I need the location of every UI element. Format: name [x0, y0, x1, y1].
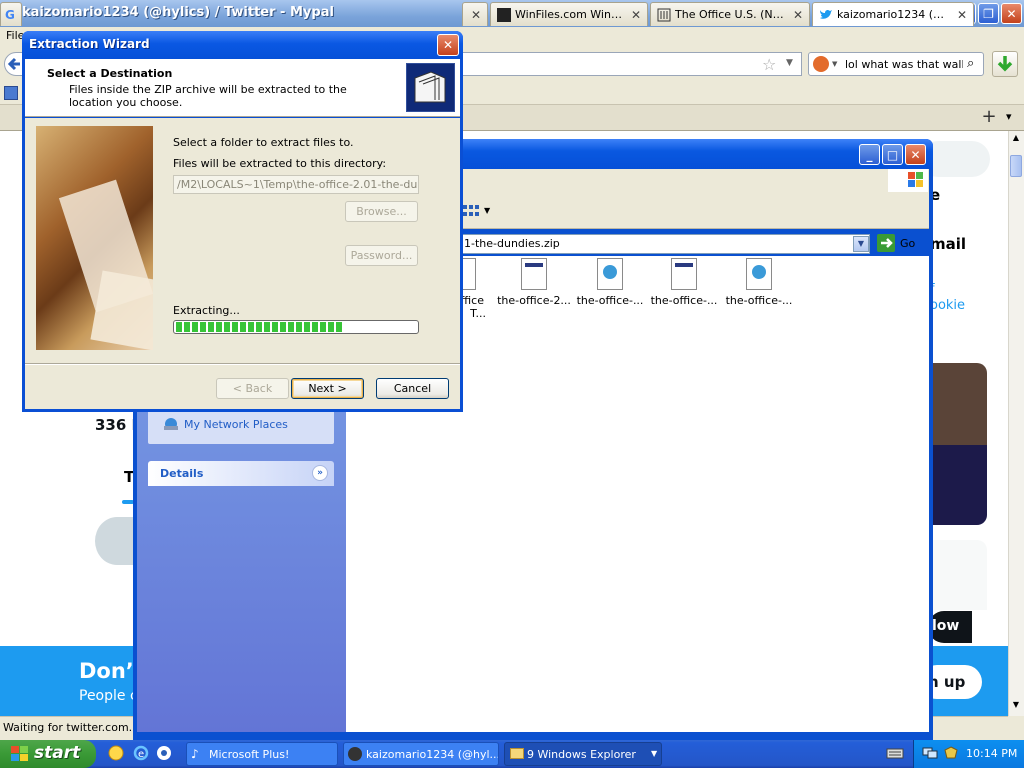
- status-text: Waiting for twitter.com...: [3, 721, 140, 734]
- next-button[interactable]: Next >: [291, 378, 364, 399]
- destination-path-field[interactable]: /M2\LOCALS~1\Temp\the-office-2.01-the-du…: [173, 175, 419, 194]
- explorer-maximize-button[interactable]: □: [882, 144, 903, 165]
- extraction-progress-bar: [173, 320, 419, 334]
- file-item[interactable]: the-office-...: [644, 258, 724, 307]
- twitter-heading-fragment: mail: [930, 235, 967, 253]
- taskbar-clock: 10:14 PM: [966, 747, 1018, 760]
- network-places-link[interactable]: My Network Places: [184, 418, 288, 431]
- search-box[interactable]: ▼ lol what was that wallpa ⌕: [808, 52, 984, 76]
- security-tray-icon[interactable]: [943, 746, 959, 760]
- explorer-bottom-border: [133, 732, 933, 740]
- browser-title: kaizomario1234 (@hylics) / Twitter - Myp…: [22, 5, 334, 20]
- network-places-icon: [162, 416, 180, 432]
- taskbar-mypal[interactable]: kaizomario1234 (@hyl...: [343, 742, 499, 766]
- winfiles-icon: [497, 7, 511, 22]
- follow-button[interactable]: low: [928, 611, 972, 643]
- scrollbar-thumb[interactable]: [1010, 155, 1022, 177]
- quick-launch-media-icon[interactable]: [108, 745, 124, 761]
- extracting-label: Extracting...: [173, 304, 240, 317]
- tab-winfiles[interactable]: WinFiles.com Windows... ✕: [490, 2, 648, 26]
- twitter-bird-icon: [819, 8, 833, 22]
- following-count: 336 F: [95, 416, 135, 434]
- explorer-minimize-button[interactable]: _: [859, 144, 880, 165]
- new-tab-button[interactable]: +: [978, 107, 1000, 129]
- wizard-side-image: [36, 126, 153, 350]
- browser-close-button[interactable]: ✕: [1001, 3, 1022, 24]
- tab-close-icon[interactable]: ✕: [471, 8, 481, 22]
- quick-launch-player-icon[interactable]: [156, 745, 172, 761]
- tab-close-icon[interactable]: ✕: [793, 8, 803, 22]
- tab-google[interactable]: G: [0, 2, 22, 26]
- go-button[interactable]: Go: [876, 234, 916, 253]
- quick-launch-ie-icon[interactable]: e: [133, 745, 149, 761]
- search-icon[interactable]: ⌕: [967, 56, 974, 71]
- tab-close-icon[interactable]: ✕: [957, 8, 967, 22]
- twitter-suggestion-card: [930, 540, 987, 610]
- application-icon: [521, 258, 547, 290]
- views-dropdown-icon[interactable]: ▼: [484, 206, 490, 215]
- file-item[interactable]: the-office-...: [719, 258, 799, 307]
- mypal-icon: [348, 747, 362, 761]
- url-dropdown-icon[interactable]: ▼: [786, 58, 793, 68]
- download-icon[interactable]: [992, 51, 1018, 77]
- expand-chevron-icon[interactable]: »: [312, 465, 328, 481]
- search-input[interactable]: lol what was that wallpa: [845, 58, 963, 71]
- application-icon: [671, 258, 697, 290]
- browser-restore-button[interactable]: ❐: [978, 3, 999, 24]
- folder-icon: [510, 748, 524, 759]
- group-dropdown-icon[interactable]: ▼: [651, 749, 657, 758]
- scroll-down-icon[interactable]: ▼: [1010, 700, 1022, 714]
- tab-close-icon[interactable]: ✕: [631, 8, 641, 22]
- windows-logo-icon: [888, 169, 928, 192]
- select-folder-label: Select a folder to extract files to.: [173, 136, 354, 149]
- twitter-media-tile[interactable]: [930, 445, 987, 525]
- zip-folder-icon: [406, 63, 455, 112]
- tab-hidden[interactable]: ✕: [462, 2, 488, 26]
- start-label: start: [34, 743, 81, 763]
- wizard-close-button[interactable]: ✕: [437, 34, 459, 56]
- columns-icon: [657, 8, 671, 22]
- tab-the-office[interactable]: The Office U.S. (NBC) ... ✕: [650, 2, 810, 26]
- other-places-panel: My Network Places: [148, 410, 334, 444]
- wizard-heading: Select a Destination: [47, 67, 173, 80]
- google-icon: G: [5, 7, 15, 22]
- back-button[interactable]: < Back: [216, 378, 289, 399]
- directory-label: Files will be extracted to this director…: [173, 157, 387, 170]
- windows-flag-icon: [10, 745, 30, 763]
- url-bar[interactable]: [462, 52, 802, 76]
- twitter-media-tile[interactable]: [930, 363, 987, 445]
- microsoft-plus-icon: ♪: [191, 747, 199, 761]
- password-button[interactable]: Password...: [345, 245, 418, 266]
- wizard-title: Extraction Wizard: [29, 37, 150, 51]
- taskbar-windows-explorer-group[interactable]: 9 Windows Explorer ▼: [504, 742, 662, 766]
- banner-subtitle: People c: [79, 688, 138, 704]
- scroll-up-icon[interactable]: ▲: [1010, 133, 1022, 149]
- browse-button[interactable]: Browse...: [345, 201, 418, 222]
- address-dropdown-icon[interactable]: ▼: [853, 236, 869, 252]
- details-panel-header[interactable]: Details »: [148, 461, 334, 486]
- progress-fill: [176, 322, 344, 332]
- tab-list-icon[interactable]: ▾: [1006, 110, 1012, 123]
- bookmark-star-icon[interactable]: ☆: [762, 55, 776, 74]
- search-engine-dropdown-icon[interactable]: ▼: [832, 60, 837, 68]
- page-scrollbar[interactable]: [1008, 131, 1024, 716]
- keyboard-icon[interactable]: [886, 746, 904, 760]
- web-document-icon: [746, 258, 772, 290]
- network-tray-icon[interactable]: [922, 746, 938, 760]
- svg-text:e: e: [138, 749, 144, 760]
- twitter-link-fragment[interactable]: ookie: [930, 298, 965, 313]
- address-text[interactable]: 1-the-dundies.zip: [464, 237, 560, 250]
- wizard-subheading: Files inside the ZIP archive will be ext…: [69, 83, 347, 109]
- cancel-button[interactable]: Cancel: [376, 378, 449, 399]
- taskbar-microsoft-plus[interactable]: ♪ Microsoft Plus!: [186, 742, 338, 766]
- bookmark-toolbar-icon[interactable]: [4, 86, 18, 100]
- web-document-icon: [597, 258, 623, 290]
- go-arrow-icon: [877, 234, 895, 252]
- file-item[interactable]: the-office-...: [570, 258, 650, 307]
- views-icon[interactable]: [462, 203, 480, 219]
- explorer-close-button[interactable]: ✕: [905, 144, 926, 165]
- file-item[interactable]: the-office-2...: [494, 258, 574, 307]
- search-engine-icon[interactable]: [813, 56, 829, 72]
- tab-twitter[interactable]: kaizomario1234 (@hyli... ✕: [812, 2, 974, 26]
